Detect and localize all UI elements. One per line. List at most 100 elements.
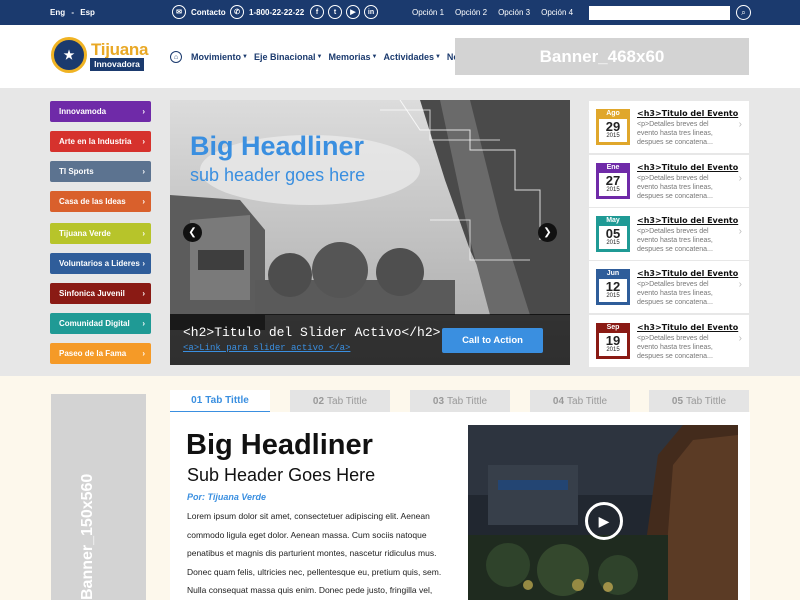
option-1-link[interactable]: Opción 1	[412, 8, 444, 17]
sidebar-item-label: Tijuana Verde	[59, 229, 111, 238]
event-card[interactable]: May 05 2015 <h3>Titulo del Evento <p>Det…	[589, 208, 749, 260]
event-text: <p>Detalles breves del evento hasta tres…	[637, 228, 713, 253]
article-subheader: Sub Header Goes Here	[187, 465, 376, 485]
tab-4[interactable]: 04 Tab Tittle	[530, 390, 630, 412]
slider-prev-icon[interactable]: ❮	[183, 223, 202, 242]
chevron-right-icon: ›	[738, 173, 742, 184]
lang-english-link[interactable]: Eng	[50, 8, 65, 17]
article-author: Por: Tijuana Verde	[187, 492, 267, 502]
option-4-link[interactable]: Opción 4	[541, 8, 573, 17]
event-text: <p>Detalles breves del evento hasta tres…	[637, 121, 713, 146]
option-2-link[interactable]: Opción 2	[455, 8, 487, 17]
sidebar-item-sinfonica[interactable]: Sinfonica Juvenil ›	[50, 283, 151, 304]
home-icon[interactable]: ⌂	[170, 51, 182, 63]
event-title[interactable]: <h3>Titulo del Evento	[637, 163, 738, 172]
chevron-right-icon: ›	[142, 319, 145, 328]
event-day: 05	[605, 226, 621, 241]
twitter-icon[interactable]: t	[328, 5, 342, 19]
phone-number: 1-800-22-22-22	[249, 7, 305, 17]
event-day: 12	[605, 279, 621, 294]
main-nav: ⌂ Movimiento ▼ Eje Binacional ▼ Memorias ▼ …	[170, 51, 482, 63]
chevron-right-icon: ›	[142, 289, 145, 298]
chevron-right-icon: ›	[142, 107, 145, 116]
logo-subtitle[interactable]: Innovadora	[90, 58, 144, 71]
call-to-action-button[interactable]: Call to Action	[442, 328, 543, 353]
nav-item-memorias[interactable]: Memorias ▼	[328, 52, 377, 62]
phone-link[interactable]: ✆ 1-800-22-22-22	[230, 5, 304, 19]
nav-item-actividades[interactable]: Actividades ▼	[383, 52, 440, 62]
event-month: Ago	[596, 109, 630, 119]
sidebar-item-paseo-fama[interactable]: Paseo de la Fama ›	[50, 343, 151, 364]
top-options: Opción 1 Opción 2 Opción 3 Opción 4	[412, 8, 573, 17]
event-title[interactable]: <h3>Titulo del Evento	[637, 109, 738, 118]
sidebar-item-ti-sports[interactable]: TI Sports ›	[50, 161, 151, 182]
vertical-ad-banner[interactable]: Banner_150x560	[51, 394, 146, 600]
slider-next-icon[interactable]: ❯	[538, 223, 557, 242]
tab-number: 05	[671, 395, 684, 407]
chevron-right-icon: ›	[142, 137, 145, 146]
chevron-right-icon: ›	[142, 229, 145, 238]
play-icon[interactable]: ▶	[585, 502, 623, 540]
sidebar-item-casa-ideas[interactable]: Casa de las Ideas ›	[50, 191, 151, 212]
slider-link[interactable]: <a>Link para slider activo </a>	[183, 343, 350, 353]
contact-label: Contacto	[191, 7, 226, 17]
nav-label: Movimiento	[191, 52, 242, 62]
event-title[interactable]: <h3>Titulo del Evento	[637, 323, 738, 332]
tab-number: 04	[552, 395, 565, 407]
search-input[interactable]	[589, 6, 730, 20]
vertical-banner-label: Banner_150x560	[79, 473, 96, 600]
video-player[interactable]: ▶	[468, 425, 738, 600]
contact-link[interactable]: ✉ Contacto	[172, 5, 226, 19]
calendar-icon: Ago 29 2015	[596, 109, 630, 145]
chevron-down-icon: ▼	[242, 54, 248, 60]
sidebar-item-arte-industria[interactable]: Arte en la Industria ›	[50, 131, 151, 152]
event-card[interactable]: Jun 12 2015 <h3>Titulo del Evento <p>Det…	[589, 261, 749, 313]
ad-banner[interactable]: Banner_468x60	[455, 38, 749, 75]
sidebar-item-label: Voluntarios a Lideres	[59, 259, 140, 268]
event-title[interactable]: <h3>Titulo del Evento	[637, 216, 738, 225]
lang-spanish-link[interactable]: Esp	[80, 8, 95, 17]
calendar-icon: Sep 19 2015	[596, 323, 630, 359]
sidebar-item-voluntarios[interactable]: Voluntarios a Lideres ›	[50, 253, 151, 274]
youtube-icon[interactable]: ▶	[346, 5, 360, 19]
linkedin-icon[interactable]: in	[364, 5, 378, 19]
calendar-icon: Ene 27 2015	[596, 163, 630, 199]
tab-2[interactable]: 02 Tab Tittle	[290, 390, 390, 412]
event-text: <p>Detalles breves del evento hasta tres…	[637, 335, 713, 360]
tab-3[interactable]: 03 Tab Tittle	[410, 390, 510, 412]
event-day: 19	[605, 333, 621, 348]
event-year: 2015	[606, 187, 620, 193]
chevron-down-icon: ▼	[434, 54, 441, 60]
phone-icon: ✆	[230, 5, 244, 19]
event-day: 27	[605, 173, 621, 188]
nav-item-movimiento[interactable]: Movimiento ▼	[191, 52, 248, 62]
chevron-down-icon: ▼	[316, 54, 323, 60]
sidebar-item-label: Comunidad Digital	[59, 319, 130, 328]
event-card[interactable]: Sep 19 2015 <h3>Titulo del Evento <p>Det…	[589, 315, 749, 367]
event-card[interactable]: Ago 29 2015 <h3>Titulo del Evento <p>Det…	[589, 101, 749, 153]
article-headline: Big Headliner	[186, 429, 373, 461]
nav-label: Actividades	[383, 52, 434, 62]
facebook-icon[interactable]: f	[310, 5, 324, 19]
tab-5[interactable]: 05 Tab Tittle	[649, 390, 749, 412]
tab-1[interactable]: 01 Tab Tittle	[170, 390, 270, 413]
search-icon[interactable]: ⌕	[736, 5, 751, 20]
option-3-link[interactable]: Opción 3	[498, 8, 530, 17]
tab-number: 03	[432, 395, 445, 407]
logo-title[interactable]: Tijuana	[91, 40, 148, 60]
slider-title: <h2>Titulo del Slider Activo</h2>	[183, 325, 441, 340]
lang-separator: -	[71, 8, 75, 17]
sidebar-item-comunidad-digital[interactable]: Comunidad Digital ›	[50, 313, 151, 334]
tab-label: Tab Tittle	[686, 395, 727, 407]
sidebar-item-tijuana-verde[interactable]: Tijuana Verde ›	[50, 223, 151, 244]
logo-emblem-icon[interactable]: ★	[51, 37, 87, 73]
chevron-right-icon: ›	[738, 226, 742, 237]
nav-item-eje-binacional[interactable]: Eje Binacional ▼	[254, 52, 322, 62]
event-month: Sep	[596, 323, 630, 333]
sidebar-item-innovamoda[interactable]: Innovamoda ›	[50, 101, 151, 122]
event-card[interactable]: Ene 27 2015 <h3>Titulo del Evento <p>Det…	[589, 155, 749, 207]
slider-subheader: sub header goes here	[190, 165, 366, 185]
slider-headline: Big Headliner	[190, 131, 365, 161]
event-year: 2015	[606, 293, 620, 299]
event-title[interactable]: <h3>Titulo del Evento	[637, 269, 738, 278]
